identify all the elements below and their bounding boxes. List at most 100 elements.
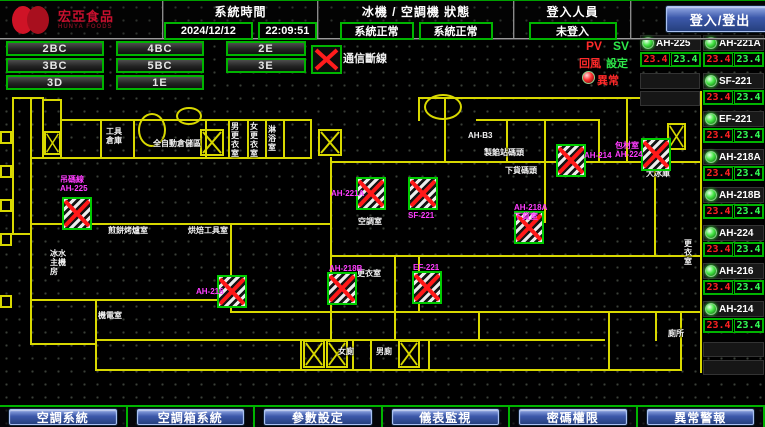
login-logout-button[interactable]: 登入/登出 bbox=[666, 6, 765, 32]
wall-segment bbox=[247, 119, 249, 157]
company-name: 宏亞食品 bbox=[58, 10, 114, 24]
stair-icon bbox=[303, 340, 325, 368]
ahu-comm-fail-marker[interactable]: AH-216 bbox=[217, 275, 247, 308]
wall-segment bbox=[310, 119, 312, 159]
ahu-comm-fail-marker[interactable]: 包材室AH-224 bbox=[641, 138, 671, 171]
wall-segment bbox=[100, 119, 102, 157]
nav-button[interactable]: 密碼權限 bbox=[519, 409, 627, 425]
ahu-comm-fail-marker[interactable]: AH-218A下貨室 bbox=[514, 211, 544, 244]
unit-button[interactable]: AH-218A bbox=[703, 149, 764, 165]
room-label: 煎餅烤爐室 bbox=[108, 226, 148, 235]
floor-button[interactable]: 3D bbox=[6, 75, 104, 90]
nav-button[interactable]: 異常警報 bbox=[647, 409, 755, 425]
device-label: AH-218A下貨室 bbox=[514, 203, 547, 221]
room-label: 淋浴室 bbox=[268, 125, 276, 152]
room-label: 更衣室 bbox=[684, 239, 692, 266]
unit-name: AH-218A bbox=[719, 152, 761, 163]
comm-fail-legend-label: 通信斷線 bbox=[343, 50, 387, 66]
unit-block: AH-224 23.4 23.4 bbox=[703, 225, 764, 257]
pv-value: 23.4 bbox=[704, 167, 733, 180]
floor-button[interactable]: 4BC bbox=[116, 41, 204, 56]
room-label: 女更衣室 bbox=[250, 122, 258, 158]
ahu-comm-fail-marker[interactable]: SF-221 bbox=[408, 177, 438, 210]
unit-column-left: AH-225 23.4 23.4 bbox=[640, 35, 701, 73]
company-logo-icon bbox=[12, 5, 52, 35]
floor-button[interactable]: 5BC bbox=[116, 58, 204, 73]
unit-button[interactable]: AH-224 bbox=[703, 225, 764, 241]
system-time-section: 系統時間 2024/12/12 22:09:51 bbox=[164, 1, 319, 38]
unit-button[interactable]: EF-221 bbox=[703, 111, 764, 127]
wall-segment bbox=[95, 299, 97, 371]
stair-icon bbox=[44, 131, 61, 155]
door-mark bbox=[0, 233, 12, 246]
pv-value: 23.4 bbox=[704, 129, 733, 142]
device-label: EF-221 bbox=[413, 263, 439, 272]
wall-segment bbox=[12, 233, 32, 235]
wall-segment bbox=[95, 369, 681, 371]
nav-button[interactable]: 參數設定 bbox=[264, 409, 372, 425]
ahu-comm-fail-marker[interactable]: AH-218B bbox=[327, 272, 357, 305]
room-label: 全自動倉儲區 bbox=[153, 139, 201, 148]
unit-name: AH-218B bbox=[719, 190, 761, 201]
nav-button[interactable]: 空調箱系統 bbox=[137, 409, 245, 425]
wall-segment bbox=[300, 339, 302, 369]
wall-segment bbox=[30, 343, 96, 345]
logo: 宏亞食品 HUNYA FOODS bbox=[0, 1, 164, 38]
system-time-value: 22:09:51 bbox=[258, 22, 317, 40]
status-light-icon bbox=[705, 189, 717, 201]
room-label: 女廁 bbox=[338, 347, 354, 356]
nav-cell: 空調箱系統 bbox=[128, 407, 256, 427]
pv-value: 23.4 bbox=[704, 281, 733, 294]
system-date-value: 2024/12/12 bbox=[164, 22, 253, 40]
machine-status-section: 冰機 / 空調機 狀態 系統正常 系統正常 bbox=[319, 1, 515, 38]
floor-button[interactable]: 1E bbox=[116, 75, 204, 90]
nav-button[interactable]: 儀表監視 bbox=[392, 409, 500, 425]
unit-button[interactable]: AH-214 bbox=[703, 301, 764, 317]
ahu-comm-fail-marker[interactable]: EF-221 bbox=[412, 271, 442, 304]
empty-panel bbox=[640, 73, 700, 89]
hmi-screen: 宏亞食品 HUNYA FOODS 系統時間 2024/12/12 22:09:5… bbox=[0, 0, 765, 427]
status-light-icon bbox=[705, 151, 717, 163]
unit-block: AH-214 23.4 23.4 bbox=[703, 301, 764, 333]
unit-values: 23.4 23.4 bbox=[703, 280, 764, 295]
pv-value: 23.4 bbox=[704, 205, 733, 218]
unit-values: 23.4 23.4 bbox=[703, 242, 764, 257]
wall-segment bbox=[476, 119, 600, 121]
unit-values: 23.4 23.4 bbox=[703, 90, 764, 105]
unit-name: AH-216 bbox=[719, 266, 753, 277]
sv-value: 23.4 bbox=[734, 205, 763, 218]
floor-button[interactable]: 3E bbox=[226, 58, 306, 73]
wall-segment bbox=[330, 255, 702, 257]
device-label: AH-216 bbox=[196, 287, 224, 296]
ahu-comm-fail-marker[interactable]: AH-214 bbox=[556, 144, 586, 177]
door-mark bbox=[0, 165, 12, 178]
unit-button[interactable]: AH-216 bbox=[703, 263, 764, 279]
system-time-label: 系統時間 bbox=[164, 1, 317, 20]
floor-button[interactable]: 3BC bbox=[6, 58, 104, 73]
empty-panel bbox=[703, 360, 764, 375]
nav-cell: 儀表監視 bbox=[383, 407, 511, 427]
floor-button[interactable]: 2E bbox=[226, 41, 306, 56]
device-label: SF-221 bbox=[408, 211, 434, 220]
wall-segment bbox=[330, 157, 332, 257]
unit-button[interactable]: SF-221 bbox=[703, 73, 764, 89]
ahu-comm-fail-marker[interactable]: 吊碼線AH-225 bbox=[62, 197, 92, 230]
device-label: AH-218B bbox=[329, 264, 362, 273]
spiral-stair-icon bbox=[176, 107, 202, 125]
device-label: AH-221A bbox=[331, 189, 364, 198]
pv-value: 23.4 bbox=[704, 91, 733, 104]
unit-button[interactable]: AH-218B bbox=[703, 187, 764, 203]
nav-button[interactable]: 空調系統 bbox=[9, 409, 117, 425]
status-light-icon bbox=[705, 303, 717, 315]
unit-name: AH-224 bbox=[719, 228, 753, 239]
ahu-comm-fail-marker[interactable]: AH-221A bbox=[356, 177, 386, 210]
wall-segment bbox=[133, 119, 135, 157]
floor-button[interactable]: 2BC bbox=[6, 41, 104, 56]
unit-block: SF-221 23.4 23.4 bbox=[703, 73, 764, 105]
pv-value: 23.4 bbox=[704, 53, 733, 66]
wall-segment bbox=[394, 255, 396, 341]
login-button-area: 登入/登出 bbox=[632, 1, 765, 38]
status-light-icon bbox=[705, 75, 717, 87]
unit-values: 23.4 23.4 bbox=[703, 52, 764, 67]
room-label: 男廁 bbox=[376, 347, 392, 356]
